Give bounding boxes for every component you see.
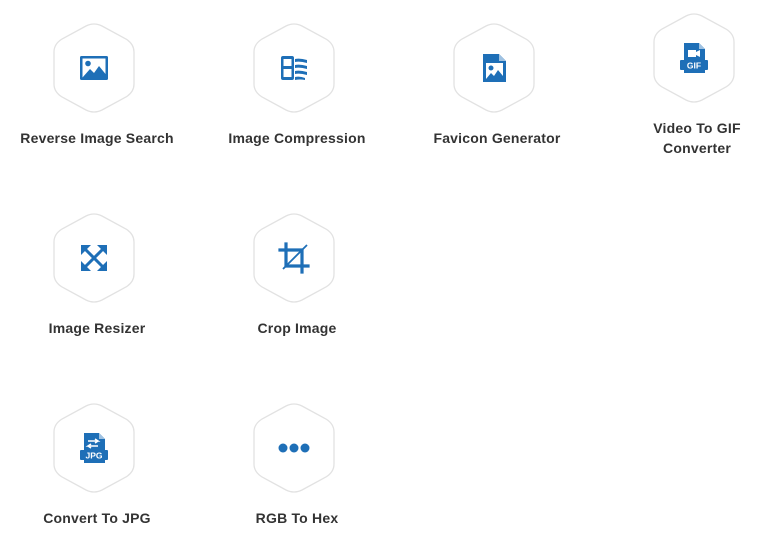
hexagon-badge xyxy=(252,22,336,114)
compress-icon xyxy=(281,56,307,80)
tool-label: Crop Image xyxy=(257,320,337,336)
hexagon-badge xyxy=(252,212,336,304)
tool-label-line-2: Converter xyxy=(663,140,731,156)
hexagon-badge xyxy=(452,22,536,114)
hexagon-badge xyxy=(52,22,136,114)
tool-label: Convert To JPG xyxy=(43,510,151,526)
svg-text:GIF: GIF xyxy=(687,60,701,70)
tool-image-resizer[interactable]: Image Resizer xyxy=(0,212,197,342)
tool-reverse-image-search[interactable]: Reverse Image Search xyxy=(0,22,197,152)
tool-image-compression[interactable]: Image Compression xyxy=(197,22,397,152)
tool-label: Image Resizer xyxy=(48,320,146,336)
image-icon xyxy=(80,56,108,80)
expand-arrows-icon xyxy=(81,245,107,271)
ellipsis-icon xyxy=(278,443,310,453)
hexagon-badge xyxy=(52,212,136,304)
gif-file-icon: GIF xyxy=(680,43,708,73)
tool-label-line-1: Video To GIF xyxy=(653,120,741,136)
tool-crop-image[interactable]: Crop Image xyxy=(197,212,397,342)
tool-convert-to-jpg[interactable]: JPG Convert To JPG xyxy=(0,402,197,532)
crop-icon xyxy=(278,242,310,274)
tool-label: Reverse Image Search xyxy=(20,130,174,146)
svg-text:JPG: JPG xyxy=(85,450,102,460)
hexagon-badge: JPG xyxy=(52,402,136,494)
tool-favicon-generator[interactable]: Favicon Generator xyxy=(397,22,597,152)
jpg-file-icon: JPG xyxy=(80,433,108,463)
tool-label: Image Compression xyxy=(228,130,366,146)
tool-label: RGB To Hex xyxy=(255,510,339,526)
hexagon-badge xyxy=(252,402,336,494)
tool-video-to-gif-converter[interactable]: GIF Video To GIF Converter xyxy=(597,12,769,157)
image-file-icon xyxy=(483,54,506,82)
tool-label: Favicon Generator xyxy=(433,130,561,146)
tool-rgb-to-hex[interactable]: RGB To Hex xyxy=(197,402,397,532)
hexagon-badge: GIF xyxy=(652,12,736,104)
